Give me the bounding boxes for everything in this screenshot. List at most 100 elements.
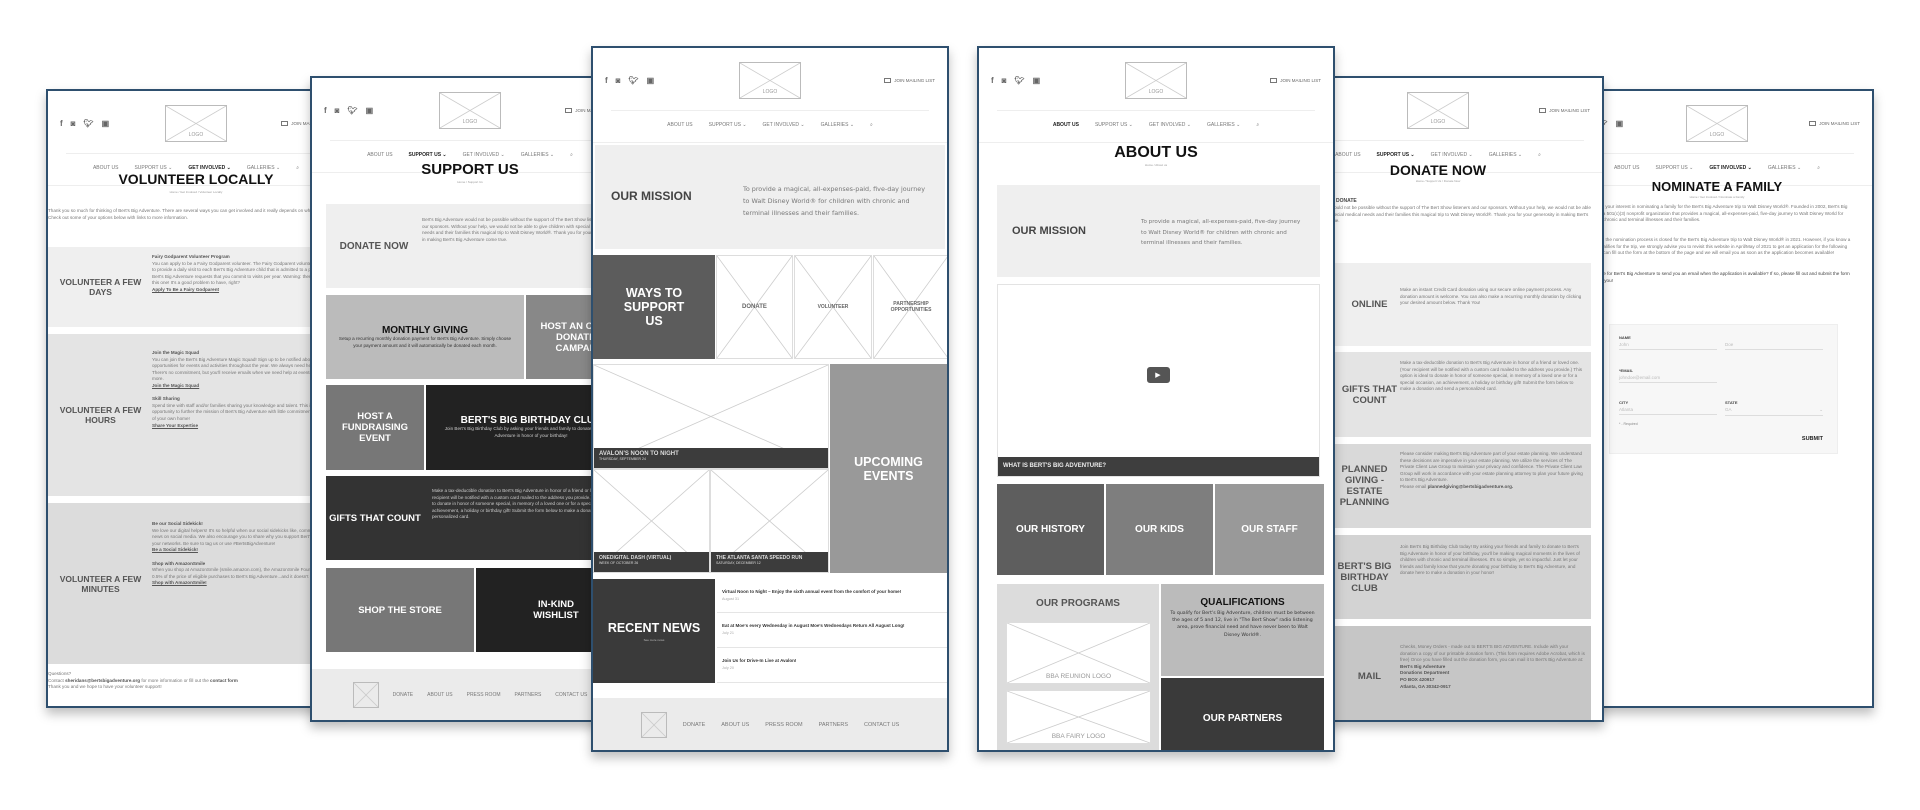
join-mailing-list-link[interactable]: JOIN MAILING LIST (1539, 108, 1590, 113)
nav-support-us[interactable]: SUPPORT US ⌄ (1377, 152, 1415, 158)
logo-placeholder[interactable]: LOGO (439, 92, 501, 129)
facebook-icon[interactable]: f (605, 76, 608, 85)
footer-contact-us[interactable]: CONTACT US (555, 692, 587, 698)
news-item[interactable]: Join Us for Drive-In Live at Avalon! July… (717, 648, 947, 683)
apply-fairy-godparent-link[interactable]: Apply To Be a Fairy Godparent (152, 287, 219, 292)
footer-about-us[interactable]: ABOUT US (427, 692, 452, 698)
social-sidekick-link[interactable]: Be a Social Sidekick! (152, 547, 198, 552)
search-icon[interactable]: ⌕ (870, 122, 873, 128)
nav-galleries[interactable]: GALLERIES ⌄ (1768, 165, 1801, 171)
twitter-icon[interactable]: 🐦︎ (84, 119, 94, 128)
monthly-giving-block[interactable]: MONTHLY GIVING Setup a recurring monthly… (326, 295, 524, 379)
play-button-icon[interactable]: ▶ (1146, 367, 1170, 383)
nav-get-involved[interactable]: GET INVOLVED ⌄ (763, 122, 805, 128)
nav-support-us[interactable]: SUPPORT US ⌄ (1655, 165, 1693, 171)
twitter-icon[interactable]: 🐦︎ (348, 106, 358, 115)
nav-get-involved[interactable]: GET INVOLVED ⌄ (463, 152, 505, 158)
see-more-news-link[interactable]: See more news (644, 638, 665, 642)
nav-get-involved[interactable]: GET INVOLVED ⌄ (1431, 152, 1473, 158)
youtube-icon[interactable]: ▣ (102, 119, 110, 128)
event-card[interactable]: AVALON'S NOON TO NIGHT THURSDAY, SEPTEMBE… (593, 364, 829, 469)
donate-tile[interactable]: DONATE (716, 255, 793, 359)
footer-logo[interactable] (352, 682, 379, 708)
youtube-icon[interactable]: ▣ (647, 76, 655, 85)
nav-galleries[interactable]: GALLERIES ⌄ (521, 152, 554, 158)
news-item[interactable]: Virtual Noon to Night – Enjoy the sixth … (717, 579, 947, 613)
footer-press-room[interactable]: PRESS ROOM (765, 722, 802, 728)
program-logo[interactable]: BBA REUNION LOGO (1006, 622, 1151, 684)
last-name-input[interactable]: Doe (1725, 342, 1823, 350)
gifts-that-count-block[interactable]: GIFTS THAT COUNT Make a tax-deductible d… (326, 476, 628, 560)
facebook-icon[interactable]: f (60, 119, 63, 128)
shop-store-block[interactable]: SHOP THE STORE (326, 568, 474, 652)
join-magic-squad-link[interactable]: Join the Magic Squad (152, 383, 199, 388)
logo-placeholder[interactable]: LOGO (1125, 62, 1187, 99)
nav-galleries[interactable]: GALLERIES ⌄ (1489, 152, 1522, 158)
instagram-icon[interactable]: ◙ (71, 119, 76, 128)
amazonsmile-link[interactable]: Shop with AmazonSmile! (152, 580, 207, 585)
our-staff-tile[interactable]: OUR STAFF (1215, 484, 1324, 575)
join-mailing-list-link[interactable]: JOIN MAILING LIST (1809, 121, 1860, 126)
join-mailing-list-link[interactable]: JOIN MAILING LIST (1270, 78, 1321, 83)
facebook-icon[interactable]: f (324, 106, 327, 115)
program-logo[interactable]: BBA FAIRY LOGO (1006, 690, 1151, 744)
search-icon[interactable]: ⌕ (1817, 165, 1820, 171)
host-fundraiser-block[interactable]: HOST A FUNDRAISING EVENT (326, 385, 424, 470)
upcoming-events-block[interactable]: UPCOMING EVENTS (830, 364, 947, 573)
logo-placeholder[interactable]: LOGO (1686, 105, 1748, 142)
nav-about-us[interactable]: ABOUT US (1614, 165, 1639, 171)
email-input[interactable]: johndoe@email.com (1619, 375, 1717, 383)
search-icon[interactable]: ⌕ (570, 152, 573, 158)
footer-logo[interactable] (640, 712, 667, 738)
nav-get-involved[interactable]: GET INVOLVED ⌄ (1149, 122, 1191, 128)
footer-partners[interactable]: PARTNERS (515, 692, 542, 698)
partnership-tile[interactable]: PARTNERSHIP OPPORTUNITIES (873, 255, 947, 359)
search-icon[interactable]: ⌕ (1538, 152, 1541, 158)
search-icon[interactable]: ⌕ (1256, 122, 1259, 128)
twitter-icon[interactable]: 🐦︎ (1015, 76, 1025, 85)
nav-galleries[interactable]: GALLERIES ⌄ (1207, 122, 1240, 128)
event-card[interactable]: ONEDIGITAL DASH (VIRTUAL) WEEK OF OCTOBER… (593, 469, 710, 573)
nav-about-us[interactable]: ABOUT US (1053, 122, 1079, 128)
our-partners-block[interactable]: OUR PARTNERS (1161, 678, 1324, 750)
nav-about-us[interactable]: ABOUT US (1335, 152, 1360, 158)
nav-about-us[interactable]: ABOUT US (367, 152, 392, 158)
our-kids-tile[interactable]: OUR KIDS (1106, 484, 1213, 575)
instagram-icon[interactable]: ◙ (616, 76, 621, 85)
nav-get-involved[interactable]: GET INVOLVED ⌄ (1709, 165, 1751, 171)
footer-about-us[interactable]: ABOUT US (721, 722, 749, 728)
video-player[interactable]: ▶ WHAT IS BERT'S BIG ADVENTURE? (997, 284, 1320, 477)
twitter-icon[interactable]: 🐦︎ (629, 76, 639, 85)
logo-placeholder[interactable]: LOGO (739, 62, 801, 99)
footer-contact-us[interactable]: CONTACT US (864, 722, 899, 728)
footer-donate[interactable]: DONATE (683, 722, 706, 728)
nav-support-us[interactable]: SUPPORT US ⌄ (409, 152, 447, 158)
contact-email-link[interactable]: sheridans@bertsbigadventure.org (65, 678, 140, 683)
state-select[interactable]: GA ⌄ (1725, 407, 1823, 416)
logo-placeholder[interactable]: LOGO (165, 105, 227, 142)
first-name-input[interactable]: John (1619, 342, 1717, 350)
footer-donate[interactable]: DONATE (393, 692, 413, 698)
youtube-icon[interactable]: ▣ (1033, 76, 1041, 85)
our-history-tile[interactable]: OUR HISTORY (997, 484, 1104, 575)
nav-support-us[interactable]: SUPPORT US ⌄ (1095, 122, 1133, 128)
instagram-icon[interactable]: ◙ (335, 106, 340, 115)
youtube-icon[interactable]: ▣ (366, 106, 374, 115)
youtube-icon[interactable]: ▣ (1616, 119, 1624, 128)
news-item[interactable]: Eat at Moe's every Wednesday in August M… (717, 613, 947, 648)
nav-support-us[interactable]: SUPPORT US ⌄ (709, 122, 747, 128)
share-expertise-link[interactable]: Share Your Expertise (152, 423, 198, 428)
recent-news-block[interactable]: RECENT NEWS See more news (593, 579, 715, 683)
event-card[interactable]: THE ATLANTA SANTA SPEEDO RUN SATURDAY, DE… (710, 469, 829, 573)
submit-button[interactable]: SUBMIT (1802, 436, 1823, 442)
nav-about-us[interactable]: ABOUT US (667, 122, 692, 128)
facebook-icon[interactable]: f (991, 76, 994, 85)
logo-placeholder[interactable]: LOGO (1407, 92, 1469, 129)
volunteer-tile[interactable]: VOLUNTEER (794, 255, 872, 359)
nav-galleries[interactable]: GALLERIES ⌄ (821, 122, 854, 128)
join-mailing-list-link[interactable]: JOIN MAILING LIST (884, 78, 935, 83)
planned-giving-email-link[interactable]: plannedgiving@bertsbigadventure.org. (1428, 484, 1514, 489)
city-input[interactable]: Atlanta (1619, 407, 1717, 415)
contact-form-link[interactable]: contact form (210, 678, 238, 683)
donate-now-block[interactable]: DONATE NOW Bert's Big Adventure would no… (326, 204, 628, 288)
